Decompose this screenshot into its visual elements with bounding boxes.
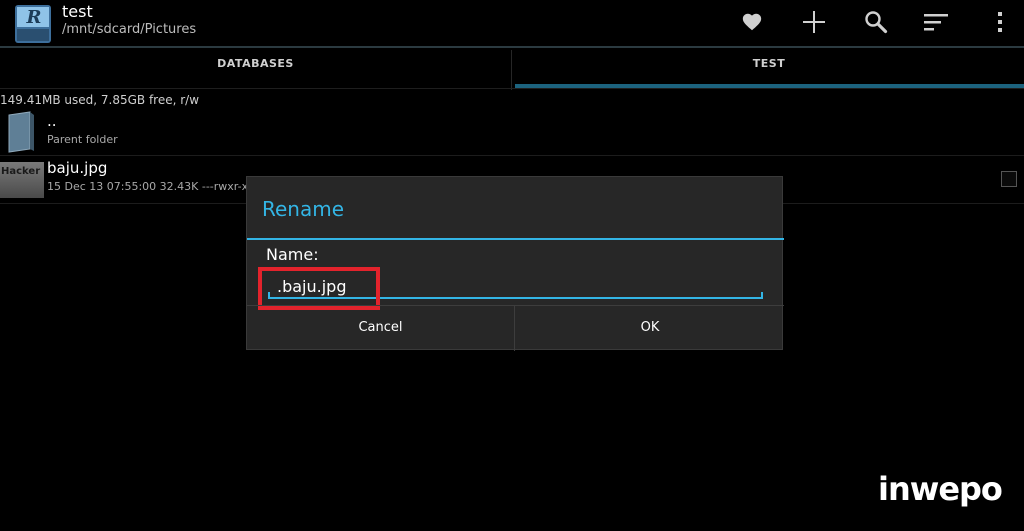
cancel-button[interactable]: Cancel <box>247 306 515 351</box>
plus-icon[interactable] <box>800 8 828 36</box>
file-name: baju.jpg <box>47 159 108 177</box>
svg-text:R: R <box>26 7 42 28</box>
name-label: Name: <box>266 245 319 264</box>
dialog-title-divider <box>247 238 784 240</box>
search-icon[interactable] <box>862 8 890 36</box>
overflow-menu-icon[interactable] <box>986 8 1014 36</box>
ok-button[interactable]: OK <box>516 306 784 351</box>
parent-folder-name: .. <box>47 112 57 130</box>
parent-folder-label: Parent folder <box>47 133 118 146</box>
thumbnail-text: Hacker <box>1 166 41 177</box>
input-underline-right-tick <box>761 292 763 298</box>
window-title: test <box>62 2 93 21</box>
sort-icon[interactable] <box>922 8 950 36</box>
action-bar: R test /mnt/sdcard/Pictures <box>0 0 1024 48</box>
annotation-highlight-box <box>258 267 380 310</box>
tab-divider <box>0 88 1024 89</box>
app-logo-icon[interactable]: R <box>14 1 54 45</box>
heart-icon[interactable] <box>738 8 766 36</box>
file-details: 15 Dec 13 07:55:00 32.43K ---rwxr-x <box>47 180 249 193</box>
folder-icon <box>6 111 36 153</box>
file-select-checkbox[interactable] <box>1001 171 1017 187</box>
storage-info: 149.41MB used, 7.85GB free, r/w <box>0 93 200 107</box>
rename-dialog: Rename Name: Cancel OK <box>246 176 784 351</box>
dialog-title: Rename <box>262 197 345 221</box>
list-item-parent-folder[interactable]: .. Parent folder <box>0 107 1024 156</box>
file-manager-screen: R test /mnt/sdcard/Pictures DATABASES TE… <box>0 0 1024 531</box>
image-thumbnail: Hacker <box>0 162 44 198</box>
current-path: /mnt/sdcard/Pictures <box>62 22 197 37</box>
tab-databases[interactable]: DATABASES <box>0 50 512 90</box>
dialog-button-bar: Cancel OK <box>247 305 784 351</box>
watermark-logo: inwepo <box>878 470 1003 508</box>
